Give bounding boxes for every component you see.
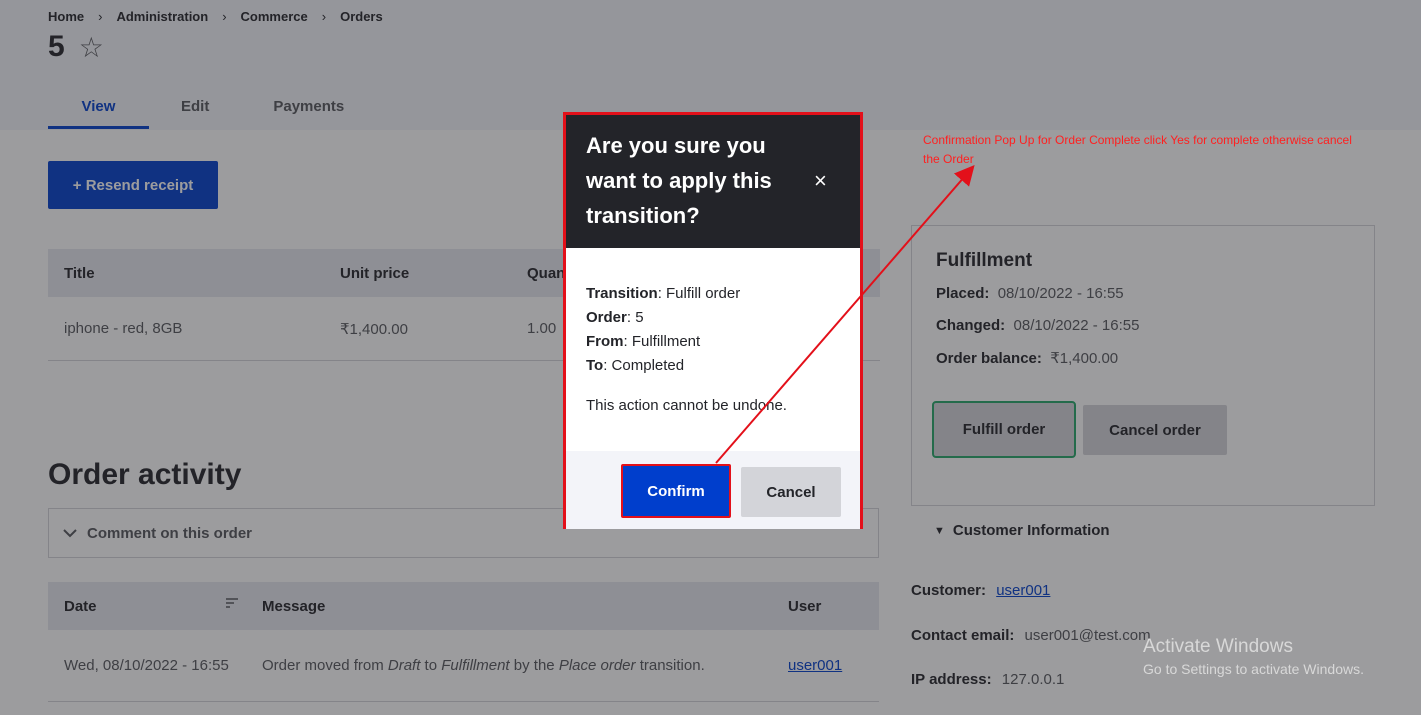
watermark-title: Activate Windows <box>1143 636 1293 657</box>
windows-activation-watermark: Activate Windows Go to Settings to activ… <box>1143 636 1364 677</box>
watermark-subtitle: Go to Settings to activate Windows. <box>1143 661 1364 677</box>
annotation-arrow <box>715 164 975 464</box>
